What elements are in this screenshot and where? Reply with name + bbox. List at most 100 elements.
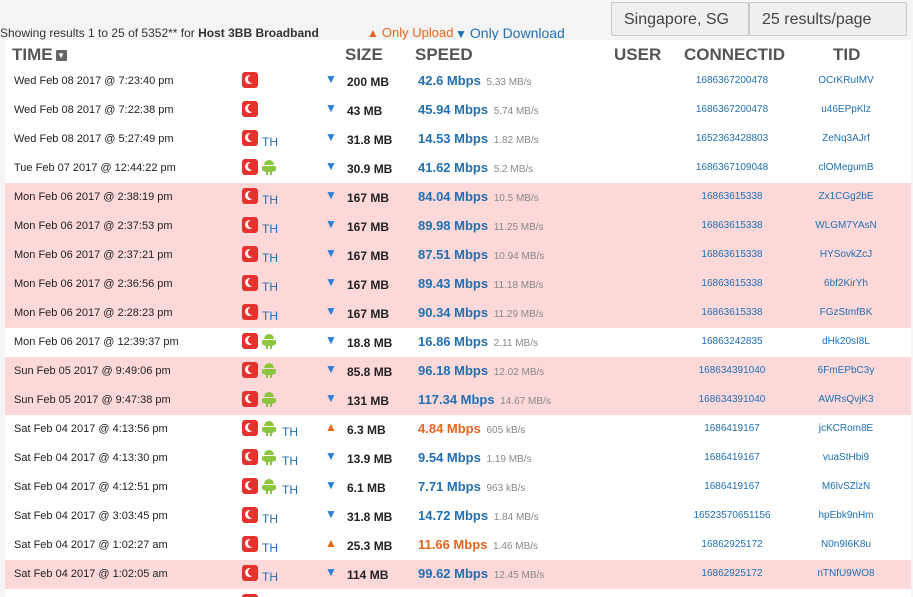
row-tid[interactable]: vuaStHbi9 bbox=[801, 452, 891, 463]
row-tid[interactable]: 6bf2KirYh bbox=[801, 278, 891, 289]
row-country: TH bbox=[262, 570, 278, 584]
row-mbps: 7.71 Mbps bbox=[418, 479, 481, 494]
table-row[interactable]: Mon Feb 06 2017 @ 2:28:23 pm TH ▼ 167 MB 90.… bbox=[5, 299, 911, 328]
row-connectid[interactable]: 16862925172 bbox=[667, 539, 797, 550]
row-tid[interactable]: jcKCRom8E bbox=[801, 423, 891, 434]
table-row[interactable]: ▲ bbox=[5, 589, 911, 597]
row-mbps: 4.84 Mbps bbox=[418, 421, 481, 436]
column-header-size: SIZE bbox=[345, 45, 383, 64]
row-rate: 1.19 MB/s bbox=[486, 454, 532, 465]
row-rate: 605 kB/s bbox=[486, 425, 526, 436]
row-tid[interactable]: M6lvSZlzN bbox=[801, 481, 891, 492]
row-size: 43 MB bbox=[347, 104, 383, 118]
singapore-flag-icon bbox=[242, 391, 258, 407]
singapore-flag-icon bbox=[242, 130, 258, 146]
row-time: Wed Feb 08 2017 @ 7:22:38 pm bbox=[14, 104, 174, 116]
row-connectid[interactable]: 16863615338 bbox=[667, 249, 797, 260]
table-row[interactable]: Tue Feb 07 2017 @ 12:44:22 pm ▼ 30.9 MB 41.… bbox=[5, 154, 911, 183]
column-header-time[interactable]: TIME ▼ bbox=[12, 45, 67, 65]
row-tid[interactable]: WLGM7YAsN bbox=[801, 220, 891, 231]
row-size: 31.8 MB bbox=[347, 510, 393, 524]
row-country: TH bbox=[282, 425, 298, 439]
table-row[interactable]: Mon Feb 06 2017 @ 12:39:37 pm ▼ 18.8 MB 16.… bbox=[5, 328, 911, 357]
row-tid[interactable]: u46EPpKlz bbox=[801, 104, 891, 115]
android-icon bbox=[262, 334, 276, 349]
row-time: Mon Feb 06 2017 @ 2:28:23 pm bbox=[14, 307, 173, 319]
table-row[interactable]: Mon Feb 06 2017 @ 2:38:19 pm TH ▼ 167 MB 84.… bbox=[5, 183, 911, 212]
column-header-user: USER bbox=[614, 45, 662, 64]
singapore-flag-icon bbox=[242, 217, 258, 233]
download-arrow-icon: ▼ bbox=[325, 217, 337, 231]
android-icon bbox=[262, 363, 276, 378]
table-row[interactable]: Sun Feb 05 2017 @ 9:49:06 pm ▼ 85.8 MB 96.1… bbox=[5, 357, 911, 386]
row-tid[interactable]: FGzStmfBK bbox=[801, 307, 891, 318]
table-row[interactable]: Sat Feb 04 2017 @ 4:13:30 pm TH ▼ 13.9 MB 9.… bbox=[5, 444, 911, 473]
singapore-flag-icon bbox=[242, 275, 258, 291]
download-arrow-icon: ▼ bbox=[325, 362, 337, 376]
column-header-connectid: CONNECTID bbox=[684, 45, 786, 64]
row-tid[interactable]: N0n9I6K8u bbox=[801, 539, 891, 550]
row-tid[interactable]: hpEbk9nHm bbox=[801, 510, 891, 521]
row-tid[interactable]: AWRsQvjK3 bbox=[801, 394, 891, 405]
row-connectid[interactable]: 1686367200478 bbox=[667, 75, 797, 86]
singapore-flag-icon bbox=[242, 449, 258, 465]
row-tid[interactable]: ZeNq3AJrf bbox=[801, 133, 891, 144]
table-row[interactable]: Mon Feb 06 2017 @ 2:37:53 pm TH ▼ 167 MB 89.… bbox=[5, 212, 911, 241]
upload-arrow-icon: ▲ bbox=[367, 26, 379, 40]
download-arrow-icon: ▼ bbox=[325, 275, 337, 289]
table-row[interactable]: Sun Feb 05 2017 @ 9:47:38 pm ▼ 131 MB 117.3… bbox=[5, 386, 911, 415]
table-row[interactable]: Mon Feb 06 2017 @ 2:37:21 pm TH ▼ 167 MB 87.… bbox=[5, 241, 911, 270]
row-rate: 5.74 MB/s bbox=[493, 106, 539, 117]
row-mbps: 99.62 Mbps bbox=[418, 566, 489, 581]
only-download-filter[interactable]: ▼ Only Download bbox=[455, 25, 565, 41]
row-time: Tue Feb 07 2017 @ 12:44:22 pm bbox=[14, 162, 176, 174]
row-connectid[interactable]: 16863615338 bbox=[667, 220, 797, 231]
row-connectid[interactable]: 168634391040 bbox=[667, 394, 797, 405]
row-mbps: 45.94 Mbps bbox=[418, 102, 489, 117]
row-connectid[interactable]: 16863615338 bbox=[667, 307, 797, 318]
row-time: Sat Feb 04 2017 @ 4:12:51 pm bbox=[14, 481, 168, 493]
row-tid[interactable]: dHk20sI8L bbox=[801, 336, 891, 347]
row-speed: 96.18 Mbps 12.02 MB/s bbox=[418, 363, 544, 378]
location-select[interactable]: Singapore, SG bbox=[611, 2, 749, 36]
row-size: 167 MB bbox=[347, 249, 390, 263]
row-tid[interactable]: HYSovkZcJ bbox=[801, 249, 891, 260]
table-row[interactable]: Wed Feb 08 2017 @ 5:27:49 pm TH ▼ 31.8 MB 14… bbox=[5, 125, 911, 154]
row-connectid[interactable]: 1686419167 bbox=[667, 452, 797, 463]
host-name: Host 3BB Broadband bbox=[198, 26, 319, 40]
row-connectid[interactable]: 16523570651156 bbox=[667, 510, 797, 521]
table-row[interactable]: Sat Feb 04 2017 @ 1:02:05 am TH ▼ 114 MB 99.… bbox=[5, 560, 911, 589]
row-rate: 1.84 MB/s bbox=[493, 512, 539, 523]
row-tid[interactable]: clOMegumB bbox=[801, 162, 891, 173]
row-tid[interactable]: Zx1CGg2bE bbox=[801, 191, 891, 202]
row-country: TH bbox=[262, 251, 278, 265]
row-tid[interactable]: nTNfU9WO8 bbox=[801, 568, 891, 579]
row-connectid[interactable]: 16862925172 bbox=[667, 568, 797, 579]
row-rate: 11.29 MB/s bbox=[493, 309, 544, 320]
row-connectid[interactable]: 1652363428803 bbox=[667, 133, 797, 144]
table-row[interactable]: Sat Feb 04 2017 @ 4:12:51 pm TH ▼ 6.1 MB 7.7… bbox=[5, 473, 911, 502]
row-connectid[interactable]: 168634391040 bbox=[667, 365, 797, 376]
table-row[interactable]: Mon Feb 06 2017 @ 2:36:56 pm TH ▼ 167 MB 89.… bbox=[5, 270, 911, 299]
table-row[interactable]: Wed Feb 08 2017 @ 7:23:40 pm ▼ 200 MB 42.6 … bbox=[5, 67, 911, 96]
row-tid[interactable]: 6FmEPbC3y bbox=[801, 365, 891, 376]
row-connectid[interactable]: 1686367200478 bbox=[667, 104, 797, 115]
table-row[interactable]: Sat Feb 04 2017 @ 1:02:27 am TH ▲ 25.3 MB 11… bbox=[5, 531, 911, 560]
row-connectid[interactable]: 1686419167 bbox=[667, 481, 797, 492]
results-per-page-select[interactable]: 25 results/page bbox=[749, 2, 907, 36]
row-connectid[interactable]: 16863615338 bbox=[667, 191, 797, 202]
row-connectid[interactable]: 16863242835 bbox=[667, 336, 797, 347]
table-row[interactable]: Sat Feb 04 2017 @ 3:03:45 pm TH ▼ 31.8 MB 14… bbox=[5, 502, 911, 531]
row-connectid[interactable]: 1686419167 bbox=[667, 423, 797, 434]
row-tid[interactable]: OCrKRuIMV bbox=[801, 75, 891, 86]
row-size: 131 MB bbox=[347, 394, 390, 408]
android-icon bbox=[262, 479, 276, 494]
table-row[interactable]: Sat Feb 04 2017 @ 4:13:56 pm TH ▲ 6.3 MB 4.8… bbox=[5, 415, 911, 444]
row-connectid[interactable]: 1686367109048 bbox=[667, 162, 797, 173]
row-connectid[interactable]: 16863615338 bbox=[667, 278, 797, 289]
row-speed: 45.94 Mbps 5.74 MB/s bbox=[418, 102, 539, 117]
download-arrow-icon: ▼ bbox=[325, 246, 337, 260]
only-upload-filter[interactable]: ▲ Only Upload bbox=[367, 25, 453, 40]
table-row[interactable]: Wed Feb 08 2017 @ 7:22:38 pm ▼ 43 MB 45.94 … bbox=[5, 96, 911, 125]
sort-chevron-icon[interactable]: ▼ bbox=[55, 50, 67, 61]
